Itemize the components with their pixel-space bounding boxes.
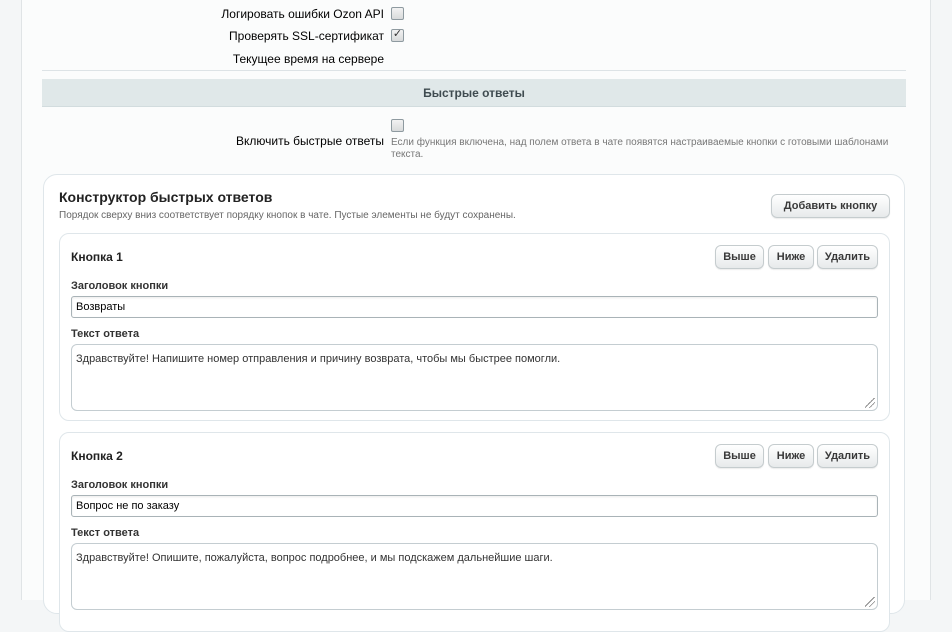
button-title-label: Заголовок кнопки: [71, 280, 169, 292]
log-errors-row: Логировать ошибки Ozon API: [22, 3, 932, 25]
delete-button[interactable]: Удалить: [817, 245, 878, 269]
quick-answers-builder: Конструктор быстрых ответов Порядок свер…: [43, 174, 905, 632]
resize-handle-icon[interactable]: [865, 398, 875, 408]
move-down-button[interactable]: Ниже: [768, 245, 814, 269]
builder-title: Конструктор быстрых ответов: [59, 189, 273, 205]
answer-text-label: Текст ответа: [71, 527, 140, 539]
log-errors-label: Логировать ошибки Ozon API: [221, 7, 384, 21]
checkmark-icon: ✓: [392, 28, 403, 40]
resize-handle-icon[interactable]: [865, 597, 875, 607]
delete-button[interactable]: Удалить: [817, 444, 878, 468]
answer-text-value: Здравствуйте! Напишите номер отправления…: [76, 353, 561, 365]
answer-text-label: Текст ответа: [71, 328, 140, 340]
section-header-quick-answers: Быстрые ответы: [42, 79, 906, 107]
verify-ssl-checkbox[interactable]: ✓: [391, 28, 404, 42]
enable-quick-answers-checkbox[interactable]: [391, 119, 404, 132]
move-down-button[interactable]: Ниже: [768, 444, 814, 468]
verify-ssl-label: Проверять SSL-сертификат: [229, 29, 384, 43]
answer-text-value: Здравствуйте! Опишите, пожалуйста, вопро…: [76, 552, 553, 564]
card-title: Кнопка 2: [71, 449, 123, 463]
add-button-button[interactable]: Добавить кнопку: [771, 194, 890, 218]
enable-quick-answers-hint: Если функция включена, над полем ответа …: [391, 137, 889, 160]
enable-quick-answers-label: Включить быстрые ответы: [235, 134, 384, 148]
divider: [42, 70, 906, 71]
button-title-label: Заголовок кнопки: [71, 479, 169, 491]
quick-answer-card: Кнопка 1 Выше Ниже Удалить Заголовок кно…: [59, 233, 890, 421]
move-up-button[interactable]: Выше: [715, 444, 764, 468]
quick-answer-card: Кнопка 2 Выше Ниже Удалить Заголовок кно…: [59, 432, 890, 632]
button-title-input[interactable]: Возвраты: [71, 296, 878, 318]
verify-ssl-row: Проверять SSL-сертификат ✓: [22, 25, 932, 47]
enable-quick-answers-row: Включить быстрые ответы Если функция вкл…: [22, 119, 932, 163]
button-title-input[interactable]: Вопрос не по заказу: [71, 495, 878, 517]
log-errors-checkbox[interactable]: [391, 7, 404, 20]
settings-panel: Логировать ошибки Ozon API Проверять SSL…: [21, 0, 932, 632]
answer-text-textarea[interactable]: Здравствуйте! Напишите номер отправления…: [71, 344, 878, 411]
card-title: Кнопка 1: [71, 250, 123, 264]
move-up-button[interactable]: Выше: [715, 245, 764, 269]
server-time-row: Текущее время на сервере: [22, 48, 932, 70]
server-time-label: Текущее время на сервере: [232, 52, 384, 66]
builder-subtitle: Порядок сверху вниз соответствует порядк…: [59, 210, 516, 221]
